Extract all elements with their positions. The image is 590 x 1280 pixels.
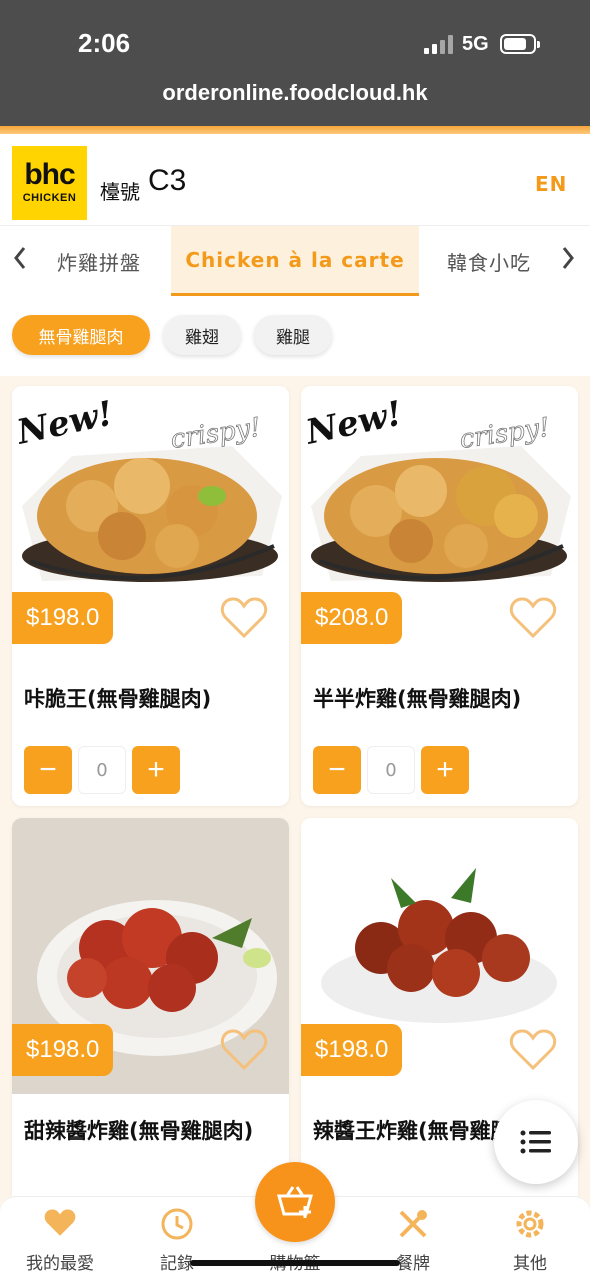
product-card[interactable]: New! crispy! $208.0 半半炸雞(無骨雞腿肉) − 0 + [301,386,578,806]
network-type: 5G [462,33,489,55]
sub-filter-bar: 無骨雞腿肉 雞翅 雞腿 [0,296,590,376]
increase-button[interactable]: + [132,746,180,794]
filter-boneless-thigh[interactable]: 無骨雞腿肉 [12,315,150,355]
quantity-stepper: − 0 + [24,746,180,794]
product-grid: New! crispy! $198.0 咔脆王(無骨雞腿肉) − 0 + New… [0,376,590,1196]
favorite-heart-icon[interactable] [220,596,268,640]
product-card[interactable]: $198.0 甜辣醬炸雞(無骨雞腿肉) [12,818,289,1196]
product-price: $198.0 [12,592,114,644]
home-indicator [190,1260,400,1266]
tab-chicken-a-la-carte[interactable]: Chicken à la carte [171,226,419,296]
tab-platter[interactable]: 炸雞拼盤 [40,226,158,296]
status-time: 2:06 [78,28,131,58]
utensils-icon [363,1207,463,1243]
category-list-button[interactable] [494,1100,578,1184]
table-number: C3 [148,164,187,197]
list-icon [520,1130,551,1154]
increase-button[interactable]: + [421,746,469,794]
signal-icon [424,34,456,54]
accent-divider [0,126,590,134]
favorite-heart-icon[interactable] [509,1028,557,1072]
favorite-heart-icon[interactable] [220,1028,268,1072]
basket-icon [277,1186,313,1218]
status-bar: 2:06 5G orderonline.foodcloud.hk [0,0,590,126]
product-name: 甜辣醬炸雞(無骨雞腿肉) [24,1119,254,1143]
bhc-logo[interactable]: bhc CHICKEN [12,146,87,220]
filter-wings[interactable]: 雞翅 [163,315,241,355]
quantity-value[interactable]: 0 [367,746,415,794]
decrease-button[interactable]: − [313,746,361,794]
category-tabs: 炸雞拼盤 Chicken à la carte 韓食小吃 [0,226,590,296]
chevron-right-icon[interactable] [560,244,576,279]
product-price: $198.0 [12,1024,114,1076]
product-price: $198.0 [301,1024,403,1076]
cart-button[interactable] [255,1162,335,1242]
nav-favorites[interactable]: 我的最愛 [10,1207,110,1274]
quantity-stepper: − 0 + [313,746,469,794]
url-bar[interactable]: orderonline.foodcloud.hk [0,80,590,106]
product-price: $208.0 [301,592,403,644]
tab-korean-snacks[interactable]: 韓食小吃 [432,226,546,296]
quantity-value[interactable]: 0 [78,746,126,794]
favorite-heart-icon[interactable] [509,596,557,640]
language-toggle[interactable]: EN [535,172,567,196]
product-name: 半半炸雞(無骨雞腿肉) [313,687,522,711]
chevron-left-icon[interactable] [12,244,28,279]
nav-others[interactable]: 其他 [480,1207,580,1274]
filter-drumsticks[interactable]: 雞腿 [254,315,332,355]
heart-icon [10,1207,110,1243]
gear-icon [480,1207,580,1243]
product-card[interactable]: New! crispy! $198.0 咔脆王(無骨雞腿肉) − 0 + [12,386,289,806]
clock-icon [127,1207,227,1243]
product-name: 咔脆王(無骨雞腿肉) [24,687,212,711]
decrease-button[interactable]: − [24,746,72,794]
table-label: 檯號 [100,180,140,204]
battery-icon [500,34,540,54]
app-header: bhc CHICKEN 檯號 C3 EN [0,134,590,226]
